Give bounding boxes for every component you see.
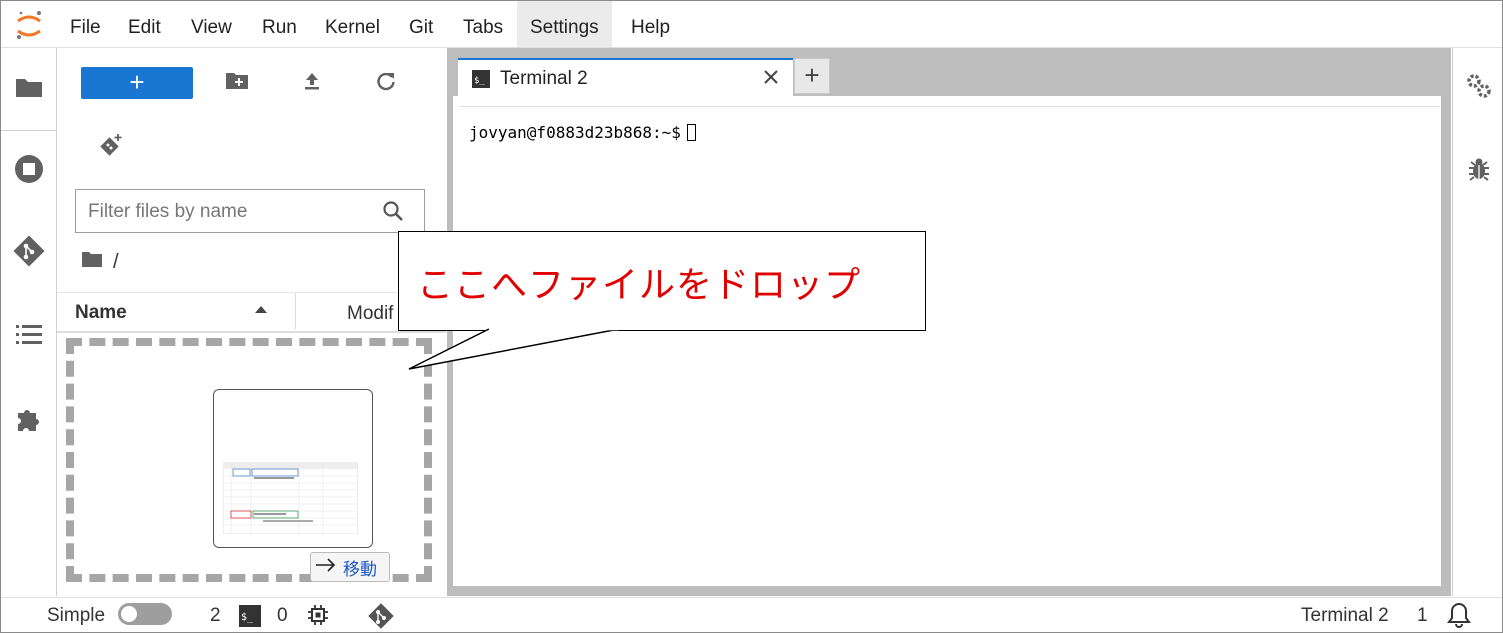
refresh-icon bbox=[375, 70, 397, 97]
menu-file[interactable]: File bbox=[57, 1, 114, 47]
refresh-button[interactable] bbox=[372, 69, 400, 97]
tab-extensions[interactable] bbox=[11, 403, 47, 439]
status-bar: Simple 2 $_ 0 Terminal 2 1 bbox=[1, 597, 1502, 632]
jupyter-logo-icon bbox=[15, 9, 43, 41]
menu-kernel[interactable]: Kernel bbox=[312, 1, 393, 47]
tab-title: Terminal 2 bbox=[500, 68, 588, 89]
menu-edit[interactable]: Edit bbox=[115, 1, 174, 47]
active-document-name: Terminal 2 bbox=[1301, 605, 1389, 626]
jupyterlab-window: File Edit View Run Kernel Git Tabs Setti… bbox=[0, 0, 1503, 633]
file-list-header: Name Modif bbox=[57, 292, 446, 333]
callout-pointer bbox=[408, 327, 620, 370]
tab-git[interactable] bbox=[11, 234, 47, 273]
property-inspector-icon bbox=[1465, 72, 1493, 105]
drop-callout-text: ここへファイルをドロップ bbox=[417, 265, 862, 306]
upload-icon bbox=[302, 71, 322, 96]
search-icon bbox=[382, 200, 404, 227]
tab-running[interactable] bbox=[11, 153, 47, 189]
terminal-line: jovyan@f0883d23b868:~$ bbox=[469, 123, 696, 142]
move-tooltip-label: 移動 bbox=[343, 559, 377, 579]
terminals-count[interactable]: 2 bbox=[210, 605, 221, 627]
git-icon bbox=[12, 234, 46, 273]
git-clone-icon bbox=[98, 133, 124, 164]
filter-files-input[interactable] bbox=[86, 200, 380, 224]
debugger-icon bbox=[1466, 156, 1492, 187]
new-folder-button[interactable] bbox=[223, 69, 251, 97]
menu-help[interactable]: Help bbox=[618, 1, 683, 47]
toc-icon bbox=[15, 322, 43, 351]
new-folder-icon bbox=[225, 71, 249, 96]
simple-mode-toggle[interactable] bbox=[118, 603, 172, 625]
cpu-icon[interactable] bbox=[307, 604, 329, 632]
menu-run[interactable]: Run bbox=[249, 1, 310, 47]
close-tab-button[interactable] bbox=[763, 65, 779, 91]
running-icon bbox=[14, 154, 44, 189]
terminal-cursor bbox=[686, 124, 696, 141]
spreadsheet-thumbnail-icon bbox=[223, 462, 358, 534]
extension-icon bbox=[14, 404, 44, 439]
menu-bar: File Edit View Run Kernel Git Tabs Setti… bbox=[1, 1, 1502, 48]
menu-view[interactable]: View bbox=[178, 1, 245, 47]
dragged-file-preview bbox=[213, 389, 373, 548]
menu-git[interactable]: Git bbox=[396, 1, 446, 47]
upload-button[interactable] bbox=[298, 69, 326, 97]
simple-mode-label: Simple bbox=[47, 605, 106, 626]
terminal-status-icon[interactable]: $_ bbox=[239, 605, 261, 632]
home-folder-icon[interactable] bbox=[81, 250, 103, 274]
folder-icon bbox=[15, 75, 43, 104]
terminal-prompt: jovyan@f0883d23b868:~$ bbox=[469, 123, 681, 142]
bell-icon[interactable] bbox=[1445, 601, 1473, 632]
git-clone-button[interactable] bbox=[97, 133, 125, 164]
tab-terminal-2[interactable]: $_ Terminal 2 bbox=[458, 58, 793, 96]
menu-tabs[interactable]: Tabs bbox=[450, 1, 516, 47]
tab-file-browser[interactable] bbox=[1, 48, 56, 131]
tab-debugger[interactable] bbox=[1461, 153, 1497, 189]
svg-text:$_: $_ bbox=[241, 612, 254, 623]
new-launcher-button[interactable]: + bbox=[81, 67, 193, 99]
breadcrumb-root[interactable]: / bbox=[113, 251, 119, 274]
menu-settings[interactable]: Settings bbox=[517, 1, 612, 47]
arrow-right-icon bbox=[315, 557, 337, 577]
move-tooltip: 移動 bbox=[310, 552, 390, 582]
drop-callout: ここへファイルをドロップ bbox=[398, 231, 926, 331]
breadcrumb: / bbox=[81, 250, 119, 274]
close-icon bbox=[763, 65, 779, 90]
kernels-count[interactable]: 0 bbox=[277, 605, 288, 627]
sort-ascending-icon bbox=[255, 306, 267, 313]
left-sidebar bbox=[1, 48, 57, 596]
tab-table-of-contents[interactable] bbox=[11, 318, 47, 354]
tab-property-inspector[interactable] bbox=[1461, 70, 1497, 106]
terminal-icon: $_ bbox=[472, 70, 490, 93]
svg-text:$_: $_ bbox=[474, 76, 485, 86]
notifications-count[interactable]: 1 bbox=[1417, 605, 1428, 627]
column-divider[interactable] bbox=[295, 293, 296, 329]
right-sidebar bbox=[1452, 48, 1502, 596]
filter-files-field[interactable] bbox=[75, 189, 425, 233]
column-modified[interactable]: Modif bbox=[347, 303, 393, 325]
add-tab-button[interactable]: + bbox=[794, 58, 830, 94]
column-name[interactable]: Name bbox=[75, 302, 127, 324]
git-status-icon[interactable] bbox=[367, 602, 395, 632]
